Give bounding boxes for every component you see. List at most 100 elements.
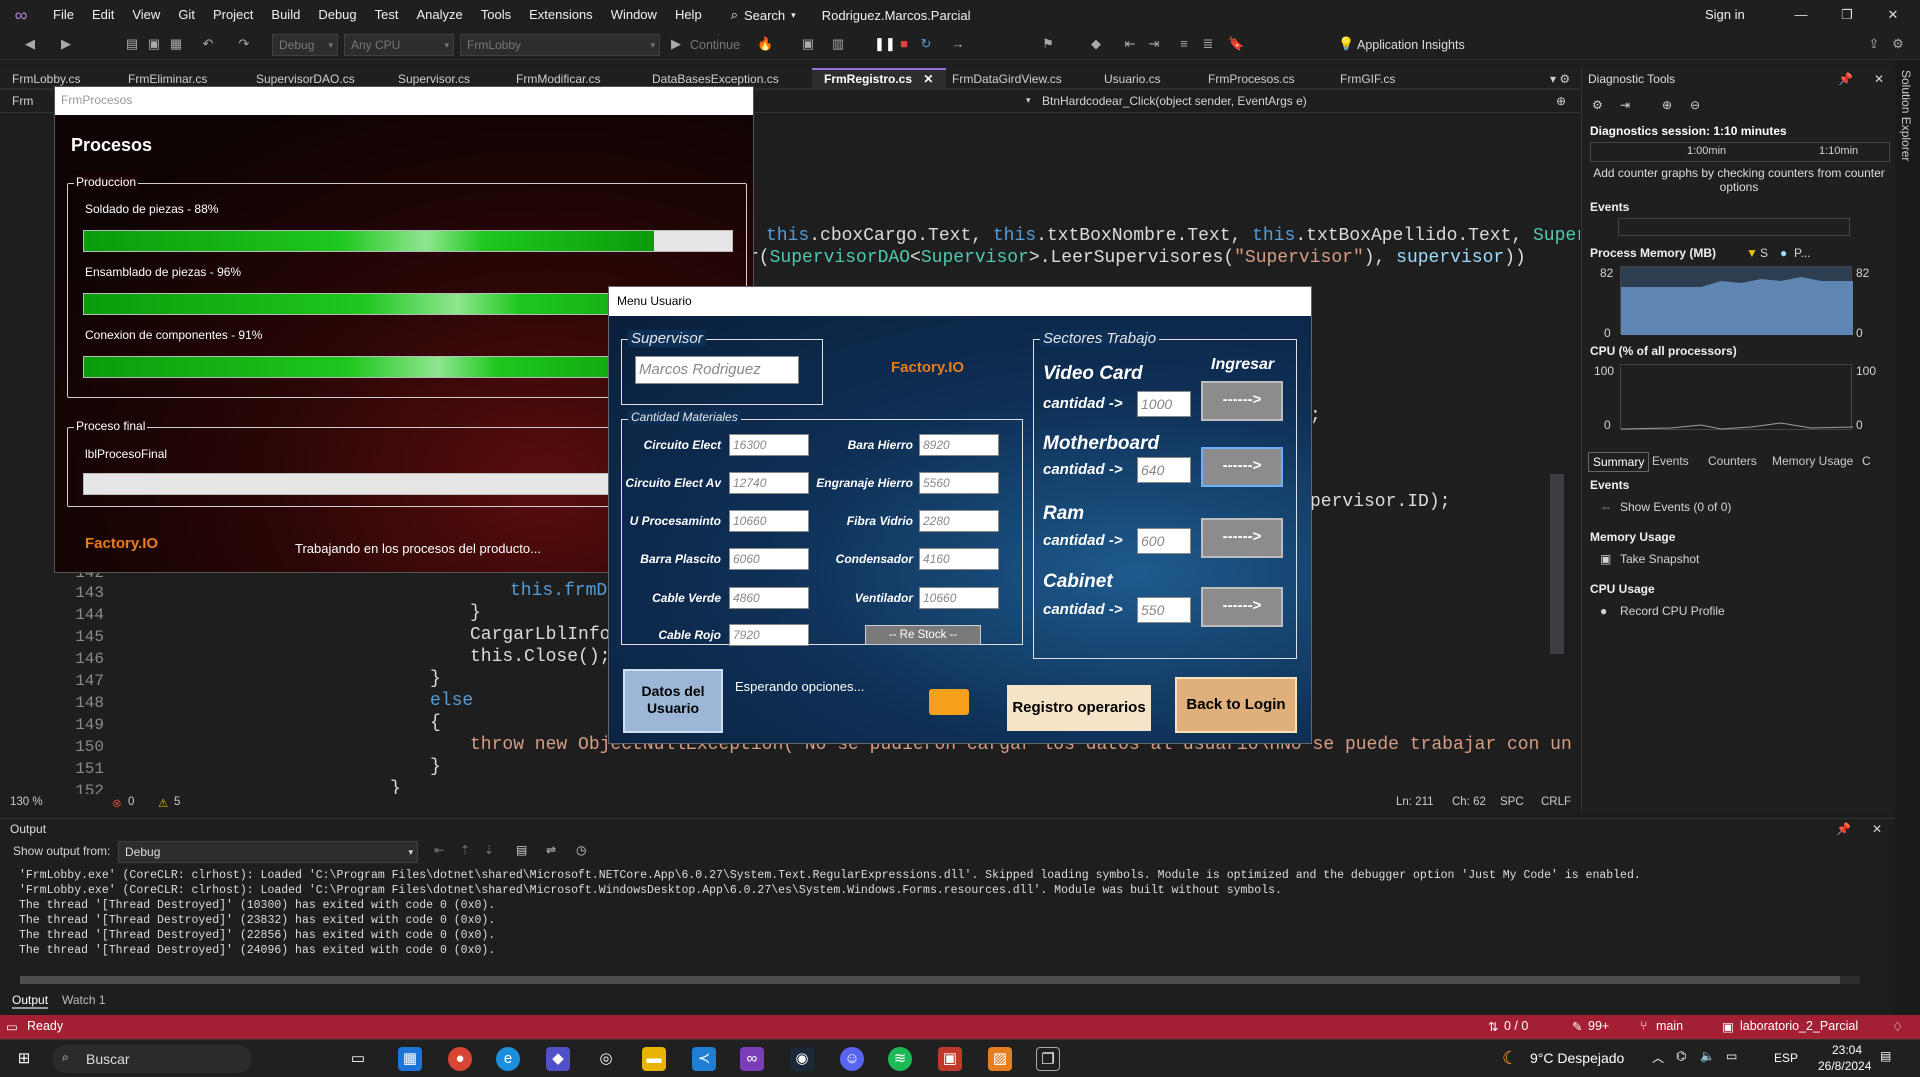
branch-name[interactable]: main [1656,1019,1683,1033]
menu-test[interactable]: Test [366,0,408,30]
sector-cantidad-field[interactable]: 550 [1137,597,1191,623]
tab-frmprocesos[interactable]: FrmProcesos.cs [1196,68,1336,90]
restart-icon[interactable]: ↻ [918,36,934,52]
save-icon[interactable]: ▣ [146,36,162,52]
github-icon[interactable]: ◎ [594,1047,618,1071]
tab-usuario[interactable]: Usuario.cs [1092,68,1202,90]
export-icon[interactable]: ⇥ [1620,98,1630,112]
outdent-icon[interactable]: ≣ [1200,36,1216,52]
zoom-level[interactable]: 130 % [10,796,43,808]
redo-icon[interactable]: ↷ [236,36,252,52]
menu-build[interactable]: Build [262,0,309,30]
open-folder-icon[interactable]: ▤ [124,36,140,52]
menu-window[interactable]: Window [602,0,666,30]
navbar-class[interactable]: Frm [12,94,33,108]
error-count[interactable]: 0 [128,796,134,808]
menu-extensions[interactable]: Extensions [520,0,602,30]
output-source-select[interactable]: Debug ▾ [118,841,418,863]
tab-watch[interactable]: Watch 1 [62,993,106,1007]
pause-icon[interactable]: ❚❚ [874,36,896,52]
repo-name[interactable]: laboratorio_2_Parcial [1740,1019,1858,1033]
forward-icon[interactable]: ▶ [58,36,74,52]
find-message-icon[interactable]: ⇤ [434,843,444,857]
sign-in-link[interactable]: Sign in [1705,0,1745,30]
record-cpu-profile-link[interactable]: Record CPU Profile [1620,604,1725,618]
stop-icon[interactable]: ■ [896,36,912,52]
tab-events[interactable]: Events [1648,452,1693,470]
settings-icon[interactable]: ⚙ [1890,36,1906,52]
search-box[interactable]: ⌕ Search ▾ [725,7,802,23]
edge-icon[interactable]: e [496,1047,520,1071]
split-icon[interactable]: ⊕ [1556,94,1566,108]
store-icon[interactable]: ▦ [398,1047,422,1071]
restock-button[interactable]: -- Re Stock -- [865,625,981,645]
tray-chevron-icon[interactable]: ︿ [1652,1049,1664,1066]
frmprocesos-titlebar[interactable]: FrmProcesos [55,87,753,115]
menu-git[interactable]: Git [169,0,204,30]
app-icon[interactable]: ▣ [938,1047,962,1071]
task-view-icon[interactable]: ▭ [346,1047,370,1071]
clear-all-icon[interactable]: ▤ [516,843,527,857]
close-icon[interactable]: ✕ [923,72,933,86]
configuration-select[interactable]: Debug ▾ [272,34,338,56]
material-field[interactable]: 12740 [729,472,809,494]
notifications-icon[interactable]: ▤ [1880,1049,1891,1063]
step-icon[interactable]: → [950,36,966,52]
tab-memory-usage[interactable]: Memory Usage [1768,452,1857,470]
solution-explorer-tab[interactable]: Solution Explorer [1899,70,1913,161]
steam-icon[interactable]: ◉ [790,1047,814,1071]
tab-frmgif[interactable]: FrmGIF.cs [1328,68,1438,90]
visual-studio-icon[interactable]: ∞ [740,1047,764,1071]
cpu-graph[interactable] [1620,364,1854,430]
show-events-link[interactable]: Show Events (0 of 0) [1620,500,1731,514]
notification-icon[interactable]: ♢ [1892,1019,1903,1034]
tab-cpu[interactable]: C [1858,452,1875,470]
volume-icon[interactable]: 🔈 [1700,1049,1715,1063]
line-ending[interactable]: CRLF [1541,796,1571,808]
undo-icon[interactable]: ↶ [200,36,216,52]
app-icon[interactable]: ▨ [988,1047,1012,1071]
sector-cantidad-field[interactable]: 1000 [1137,391,1191,417]
menu-help[interactable]: Help [666,0,711,30]
tab-overflow-icon[interactable]: ▾ ⚙ [1538,68,1578,90]
spotify-icon[interactable]: ≋ [888,1047,912,1071]
navbar-method[interactable]: BtnHardcodear_Click(object sender, Event… [1042,94,1307,108]
save-all-icon[interactable]: ▦ [168,36,184,52]
datos-usuario-button[interactable]: Datos del Usuario [623,669,723,733]
close-button[interactable]: ✕ [1870,0,1916,30]
ingresar-video-card-button[interactable]: ------> [1201,381,1283,421]
running-app-icon[interactable]: ❐ [1036,1047,1060,1071]
hot-reload-icon[interactable]: 🔥 [757,36,773,52]
editor-scrollbar-thumb[interactable] [1550,474,1564,654]
tab-frmregistro[interactable]: FrmRegistro.cs ✕ [812,68,946,90]
camera-icon[interactable]: ▣ [800,36,816,52]
menu-view[interactable]: View [123,0,169,30]
chrome-icon[interactable]: ● [448,1047,472,1071]
back-to-login-button[interactable]: Back to Login [1175,677,1297,733]
language-indicator[interactable]: ESP [1774,1051,1798,1065]
menu-edit[interactable]: Edit [83,0,123,30]
material-field[interactable]: 5560 [919,472,999,494]
application-insights-button[interactable]: Application Insights [1357,30,1465,60]
indent-mode[interactable]: SPC [1500,796,1524,808]
back-icon[interactable]: ◀ [22,36,38,52]
align-icon[interactable]: ⇥ [1146,36,1162,52]
word-wrap-icon[interactable]: ⇌ [546,843,556,857]
sector-cantidad-field[interactable]: 640 [1137,457,1191,483]
sector-cantidad-field[interactable]: 600 [1137,528,1191,554]
maximize-button[interactable]: ❐ [1824,0,1870,30]
startup-project-select[interactable]: FrmLobby ▾ [460,34,660,56]
changes-count[interactable]: 99+ [1588,1019,1609,1033]
material-field[interactable]: 8920 [919,434,999,456]
tab-output[interactable]: Output [12,993,49,1009]
clock-icon[interactable]: ◷ [576,843,586,857]
vscode-icon[interactable]: ≺ [692,1047,716,1071]
take-snapshot-link[interactable]: Take Snapshot [1620,552,1699,566]
platform-select[interactable]: Any CPU ▾ [344,34,454,56]
close-icon[interactable]: ✕ [1874,72,1884,86]
windows-start-icon[interactable]: ⊞ [12,1047,36,1071]
ingresar-motherboard-button[interactable]: ------> [1201,447,1283,487]
weather-text[interactable]: 9°C Despejado [1530,1050,1624,1066]
registro-operarios-button[interactable]: Registro operarios [1007,685,1151,731]
zoom-out-icon[interactable]: ⊖ [1690,98,1700,112]
